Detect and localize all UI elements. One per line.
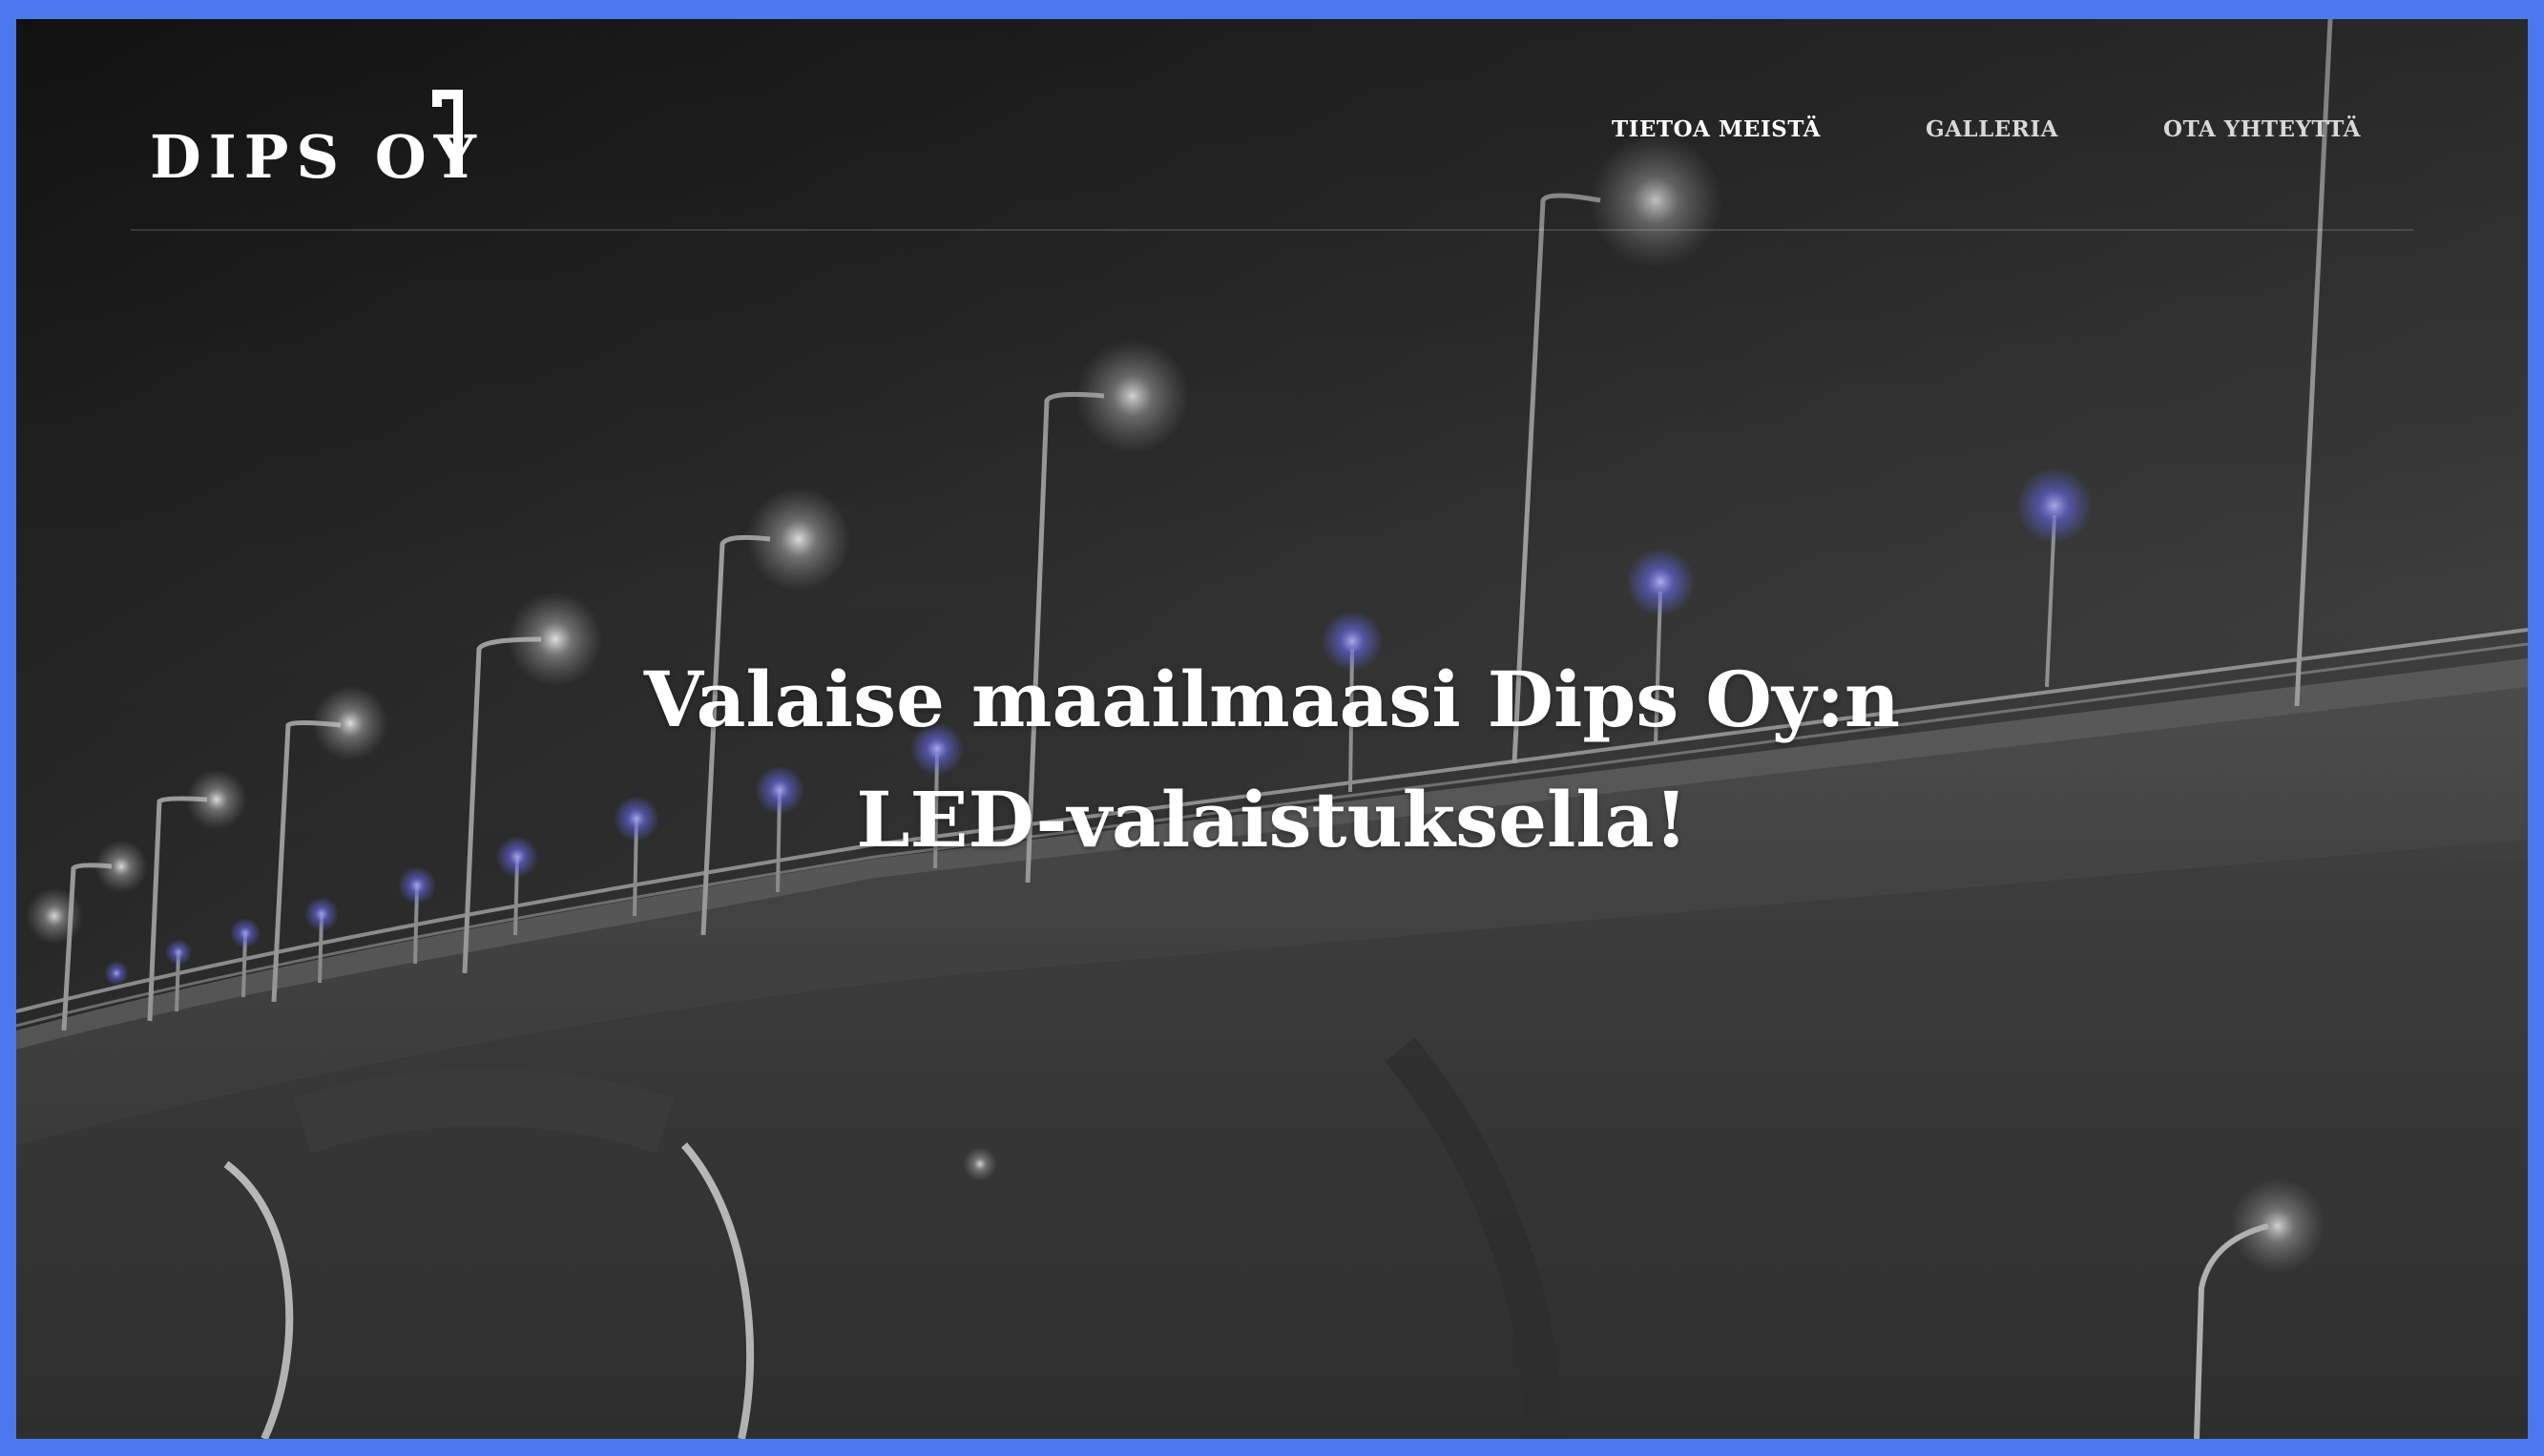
hero-headline-line-1: Valaise maailmaasi Dips Oy:n [643, 655, 1901, 744]
nav-link-galleria[interactable]: GALLERIA [1926, 116, 2058, 142]
browser-viewport: DIPS OY TIETOA MEISTÄ GALLERIA OTA YHTEY… [16, 19, 2528, 1439]
hero-headline-line-2: LED-valaistuksella! [856, 775, 1688, 864]
nav-link-tietoa-meista[interactable]: TIETOA MEISTÄ [1612, 116, 1821, 142]
site-logo[interactable]: DIPS OY [150, 86, 476, 187]
nav-link-ota-yhteytta[interactable]: OTA YHTEYTTÄ [2163, 116, 2361, 142]
site-header: DIPS OY TIETOA MEISTÄ GALLERIA OTA YHTEY… [131, 67, 2413, 231]
logo-mark-icon [432, 90, 463, 177]
hero-headline: Valaise maailmaasi Dips Oy:n LED-valaist… [16, 639, 2528, 880]
main-navigation: TIETOA MEISTÄ GALLERIA OTA YHTEYTTÄ [1612, 116, 2361, 142]
